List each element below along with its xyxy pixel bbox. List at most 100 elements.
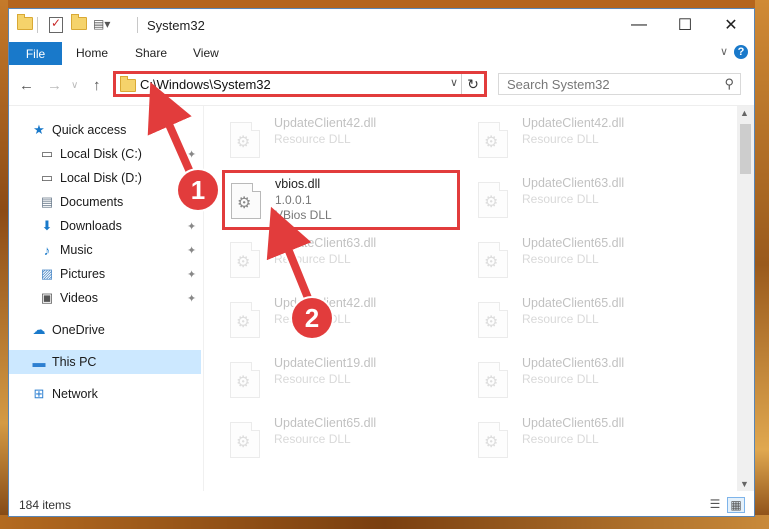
- file-name: UpdateClient42.dll: [522, 116, 625, 130]
- search-input[interactable]: Search System32 ⚲: [498, 73, 741, 95]
- dll-file-icon: ⚙: [230, 122, 260, 158]
- desktop-background-bottom: [0, 515, 769, 529]
- forward-arrow-icon[interactable]: →: [47, 77, 62, 94]
- up-arrow-icon[interactable]: ↑: [93, 77, 101, 94]
- file-item[interactable]: ⚙ UpdateClient65.dll Resource DLL: [472, 292, 702, 348]
- tab-share[interactable]: Share: [135, 46, 167, 60]
- explorer-window: ▤▾ System32 — ☐ ✕ File Home Share View ∨…: [8, 8, 755, 517]
- file-item[interactable]: ⚙ UpdateClient63.dll Resource DLL: [472, 172, 702, 228]
- file-type: Resource DLL: [522, 192, 599, 206]
- customize-toolbar-icon[interactable]: ▤▾: [93, 17, 110, 31]
- file-name: UpdateClient65.dll: [522, 416, 625, 430]
- download-icon: ⬇: [41, 218, 53, 233]
- help-icon[interactable]: ?: [734, 45, 748, 59]
- file-name: UpdateClient63.dll: [522, 176, 625, 190]
- file-type: Resource DLL: [274, 252, 351, 266]
- ribbon-tabs: File Home Share View ∨ ?: [9, 41, 754, 65]
- file-item[interactable]: ⚙ UpdateClient65.dll Resource DLL: [472, 232, 702, 288]
- recent-locations-icon[interactable]: ∨: [71, 80, 78, 91]
- file-item[interactable]: ⚙UpdateClient42.dllResource DLL: [224, 112, 454, 168]
- properties-icon[interactable]: [49, 16, 63, 33]
- sidebar-item[interactable]: ☁ OneDrive: [9, 318, 201, 342]
- pin-icon[interactable]: ✦: [187, 148, 196, 161]
- sidebar-item[interactable]: ♪ Music ✦: [9, 238, 201, 262]
- maximize-button[interactable]: ☐: [662, 9, 708, 41]
- file-item[interactable]: ⚙ UpdateClient63.dll Resource DLL: [224, 232, 454, 288]
- pin-icon[interactable]: ✦: [187, 220, 196, 233]
- file-item[interactable]: ⚙UpdateClient42.dllResource DLL: [224, 292, 454, 348]
- pictures-icon: ▨: [40, 266, 54, 281]
- file-item[interactable]: ⚙UpdateClient42.dllResource DLL: [472, 112, 702, 168]
- file-item[interactable]: ⚙ UpdateClient65.dll Resource DLL: [224, 412, 454, 468]
- file-name: UpdateClient65.dll: [522, 236, 625, 250]
- sidebar-item-label: Music: [60, 243, 93, 257]
- documents-icon: ▤: [40, 194, 54, 209]
- network-icon: ⊞: [33, 386, 45, 401]
- address-dropdown-icon[interactable]: ∨: [450, 76, 458, 89]
- tab-file[interactable]: File: [9, 42, 62, 65]
- sidebar-item[interactable]: ▤Documents✦: [9, 190, 201, 214]
- tab-home[interactable]: Home: [76, 46, 108, 60]
- scroll-thumb[interactable]: [740, 124, 751, 174]
- sidebar-item[interactable]: ⊞ Network: [9, 382, 201, 406]
- address-bar[interactable]: C:\Windows\System32 ∨ ↻: [113, 71, 487, 97]
- pin-icon[interactable]: ✦: [187, 244, 196, 257]
- sidebar-item[interactable]: ▣ Videos ✦: [9, 286, 201, 310]
- window-title: System32: [147, 18, 205, 33]
- desktop-background-left: [0, 0, 8, 529]
- sidebar-item[interactable]: ▨ Pictures ✦: [9, 262, 201, 286]
- tiles-view-icon[interactable]: ▦: [727, 497, 745, 513]
- scroll-down-icon[interactable]: ▼: [740, 479, 749, 489]
- pin-icon[interactable]: ✦: [187, 268, 196, 281]
- file-version: 1.0.0.1: [275, 193, 312, 207]
- file-type: Resource DLL: [522, 132, 599, 146]
- tab-view[interactable]: View: [193, 46, 219, 60]
- sidebar-item-label: Documents: [60, 195, 124, 209]
- dll-file-icon: ⚙: [231, 183, 261, 219]
- sidebar-item-label: Pictures: [60, 267, 106, 281]
- search-placeholder: Search System32: [507, 77, 610, 92]
- file-name: UpdateClient65.dll: [522, 296, 625, 310]
- refresh-icon[interactable]: ↻: [461, 74, 484, 94]
- file-item[interactable]: ⚙ UpdateClient63.dll Resource DLL: [472, 352, 702, 408]
- sidebar-item[interactable]: ▭ Local Disk (D:): [9, 166, 201, 190]
- close-button[interactable]: ✕: [708, 9, 754, 41]
- file-item[interactable]: ⚙ UpdateClient19.dll Resource DLL: [224, 352, 454, 408]
- sidebar-item[interactable]: ▬ This PC: [9, 350, 201, 374]
- sidebar-item-label: Quick access: [52, 123, 127, 137]
- navigation-pane: ★ Quick access ▭ Local Disk (C:) ✦ ▭ Local Dis…: [9, 106, 203, 491]
- address-path[interactable]: C:\Windows\System32: [140, 77, 271, 92]
- file-type: Resource DLL: [522, 312, 599, 326]
- back-arrow-icon[interactable]: ←: [19, 77, 34, 94]
- file-name: UpdateClient63.dll: [274, 236, 377, 250]
- file-item[interactable]: ⚙ UpdateClient65.dll Resource DLL: [472, 412, 702, 468]
- sidebar-item[interactable]: ▭ Local Disk (C:) ✦: [9, 142, 201, 166]
- new-folder-icon[interactable]: [71, 14, 87, 30]
- pin-icon[interactable]: ✦: [187, 292, 196, 305]
- vertical-scrollbar[interactable]: ▲ ▼: [737, 106, 754, 491]
- file-type: Resource DLL: [522, 252, 599, 266]
- status-bar: 184 items ☰ ▦: [9, 494, 754, 516]
- computer-icon: ▬: [32, 354, 46, 370]
- dll-file-icon: ⚙: [230, 302, 260, 338]
- search-icon[interactable]: ⚲: [724, 76, 734, 92]
- expand-ribbon-icon[interactable]: ∨: [720, 45, 728, 58]
- file-name: vbios.dll: [275, 177, 321, 191]
- sidebar-item[interactable]: ⬇ Downloads ✦: [9, 214, 201, 238]
- cloud-icon: ☁: [32, 322, 46, 337]
- step1-badge: 1: [178, 170, 218, 210]
- dll-file-icon: ⚙: [478, 242, 508, 278]
- star-icon: ★: [33, 122, 45, 137]
- sidebar-item[interactable]: ★ Quick access: [9, 118, 201, 142]
- details-view-icon[interactable]: ☰: [707, 497, 723, 511]
- dll-file-icon: ⚙: [230, 242, 260, 278]
- minimize-button[interactable]: —: [616, 9, 662, 41]
- scroll-up-icon[interactable]: ▲: [740, 108, 749, 118]
- file-list: ⚙ UpdateClient42.dll Resource DLL ⚙ vbios.dl…: [204, 106, 737, 491]
- file-item[interactable]: ⚙ vbios.dll 1.0.0.1 VBios DLL: [222, 170, 460, 230]
- music-icon: ♪: [43, 242, 51, 258]
- dll-file-icon: ⚙: [478, 182, 508, 218]
- sidebar-item-label: Videos: [60, 291, 98, 305]
- step2-badge: 2: [292, 298, 332, 338]
- dll-file-icon: ⚙: [478, 362, 508, 398]
